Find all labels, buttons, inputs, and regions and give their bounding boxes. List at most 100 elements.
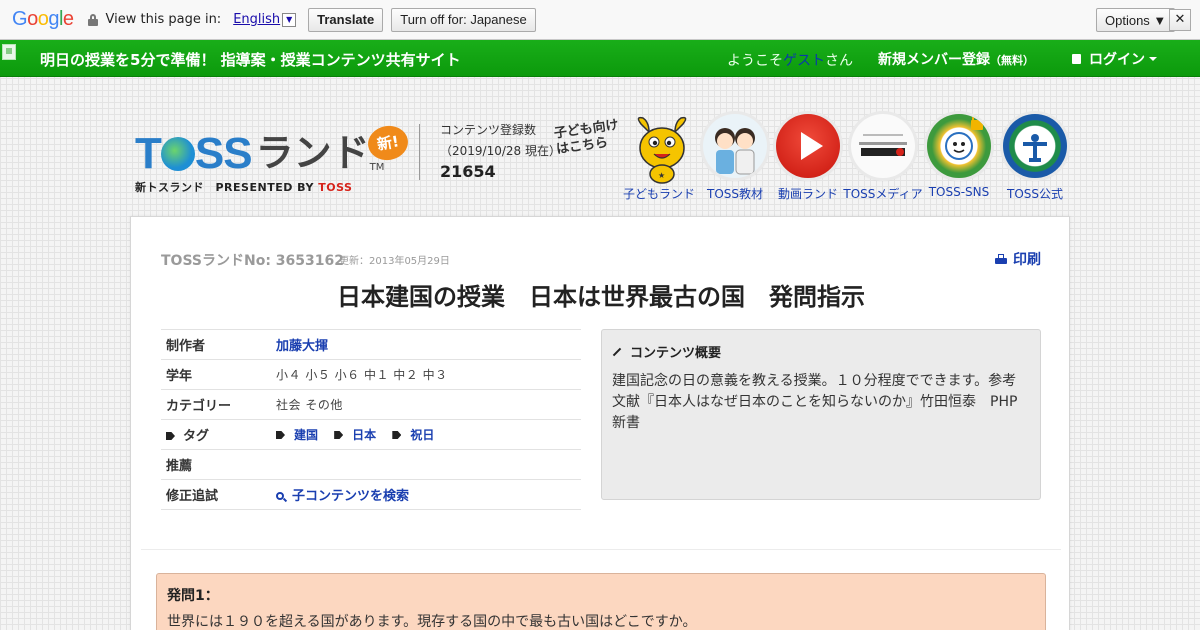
welcome-message: ようこそゲストさん (727, 50, 853, 70)
category-value: 社会 その他 (271, 389, 581, 420)
header-divider (419, 124, 420, 180)
question-heading: 発問1： (167, 588, 219, 604)
summary-text: 建国記念の日の意義を教える授業。１０分程度でできます。参考文献『日本人はなぜ日本… (612, 373, 1018, 431)
caret-down-icon (1149, 57, 1157, 61)
signup-label: 新規メンバー登録 (878, 52, 990, 68)
tag-link[interactable]: 日本 (352, 428, 376, 442)
language-select[interactable]: English (233, 12, 280, 27)
nav-video-land[interactable]: 動画ランド (768, 114, 848, 202)
translate-prompt: View this page in: (105, 12, 222, 27)
translate-bar: Google View this page in: English ▼ Tran… (0, 0, 1200, 40)
author-label: 制作者 (161, 329, 271, 360)
logo-tm: TM (369, 162, 385, 173)
play-icon (776, 114, 840, 178)
question-text: 世界には１９０を超える国があります。現存する国の中で最も古い国はどこですか。 (167, 614, 697, 630)
close-icon[interactable]: ✕ (1169, 9, 1191, 31)
lock-icon (87, 13, 98, 26)
printer-icon (995, 253, 1007, 265)
media-icon (851, 114, 915, 178)
summary-heading-row: コンテンツ概要 (612, 342, 1030, 361)
logo-brand-t: T (135, 129, 162, 178)
nav-label: 子どもランド (622, 187, 695, 201)
table-row: タグ 建国 日本 祝日 (161, 419, 581, 450)
content-count: 21654 (440, 162, 496, 181)
child-search-cell: 子コンテンツを検索 (271, 479, 581, 510)
revision-label: 修正追試 (161, 479, 271, 510)
signup-link[interactable]: 新規メンバー登録（無料） (878, 49, 1034, 69)
welcome-prefix: ようこそ (727, 53, 783, 69)
author-link[interactable]: 加藤大揮 (276, 339, 328, 354)
site-title[interactable]: 明日の授業を5分で準備！ 指導案・授業コンテンツ共有サイト (40, 49, 461, 70)
tag-icon (276, 431, 285, 439)
meta-table: 制作者 加藤大揮 学年 小４ 小５ 小６ 中１ 中２ 中３ カテゴリー 社会 そ… (161, 329, 581, 510)
signup-note: （無料） (990, 54, 1034, 67)
svg-text:★: ★ (658, 171, 665, 180)
summary-heading: コンテンツ概要 (630, 346, 722, 361)
table-row: 修正追試 子コンテンツを検索 (161, 479, 581, 510)
nav-kids-land[interactable]: ★ 子どもランド (619, 114, 699, 202)
toss-land-logo[interactable]: T SS ランドTM 新トスランド PRESENTED BY TOSS 新! (135, 122, 411, 195)
print-button[interactable]: 印刷 (995, 249, 1041, 269)
logo-sub-brand: TOSS (318, 181, 353, 194)
official-icon (1003, 114, 1067, 178)
tag-label-cell: タグ (161, 419, 271, 450)
section-divider (141, 549, 1061, 550)
logo-brand-land: ランド (255, 131, 370, 175)
nav-toss-materials[interactable]: TOSS教材 (695, 114, 775, 202)
students-icon (703, 114, 767, 178)
tag-icon (166, 432, 175, 440)
recommend-label: 推薦 (161, 449, 271, 480)
tag-link[interactable]: 祝日 (410, 428, 434, 442)
login-menu[interactable]: ログイン (1072, 49, 1157, 69)
updated-date: 更新：2013年05月29日 (339, 256, 450, 267)
globe-icon (160, 137, 195, 171)
content-number: TOSSランドNo: 3653162 (161, 253, 344, 269)
broken-image-icon (2, 44, 16, 60)
nav-toss-sns[interactable]: TOSS-SNS (919, 114, 999, 199)
table-row: カテゴリー 社会 その他 (161, 389, 581, 420)
login-label: ログイン (1089, 52, 1145, 68)
content-count-date: （2019/10/28 現在） (440, 144, 561, 158)
mascot-icon: ★ (627, 114, 691, 184)
tag-icon (392, 431, 402, 439)
turn-off-button[interactable]: Turn off for: Japanese (391, 7, 536, 32)
nav-label: TOSS-SNS (928, 185, 990, 199)
nav-label: 動画ランド (777, 187, 838, 201)
print-label: 印刷 (1013, 252, 1041, 268)
google-logo: Google (12, 8, 74, 30)
grade-value: 小４ 小５ 小６ 中１ 中２ 中３ (271, 359, 581, 390)
tag-link[interactable]: 建国 (294, 428, 318, 442)
translate-button[interactable]: Translate (308, 7, 384, 32)
sns-icon (927, 114, 991, 178)
nav-label: TOSS教材 (706, 187, 763, 201)
tag-label: タグ (183, 429, 210, 444)
nav-toss-media[interactable]: TOSSメディア (843, 114, 923, 202)
guest-name: ゲスト (783, 53, 825, 69)
logo-sub-prefix: 新トスランド PRESENTED BY (135, 181, 319, 194)
content-card: TOSSランドNo: 3653162 更新：2013年05月29日 印刷 日本建… (130, 216, 1070, 630)
options-button[interactable]: Options ▼ (1096, 8, 1176, 32)
grade-label: 学年 (161, 359, 271, 390)
site-header: 明日の授業を5分で準備！ 指導案・授業コンテンツ共有サイト ようこそゲストさん … (0, 40, 1200, 77)
question-box: 発問1： 世界には１９０を超える国があります。現存する国の中で最も古い国はどこで… (156, 573, 1046, 630)
logo-subtitle: 新トスランド PRESENTED BY TOSS (135, 179, 384, 195)
lock-icon (1072, 54, 1081, 64)
pencil-icon (612, 347, 622, 356)
table-row: 推薦 (161, 449, 581, 480)
tag-icon (334, 431, 344, 439)
content-count-label: コンテンツ登録数 (440, 123, 537, 137)
chevron-down-icon[interactable]: ▼ (282, 12, 297, 27)
recommend-value (271, 449, 581, 480)
tags-cell: 建国 日本 祝日 (271, 419, 581, 450)
category-label: カテゴリー (161, 389, 271, 420)
nav-label: TOSSメディア (843, 187, 923, 201)
nav-label: TOSS公式 (1006, 187, 1063, 201)
kids-note: 子ども向け はこちら (553, 117, 620, 158)
page-title: 日本建国の授業 日本は世界最古の国 発問指示 (337, 283, 865, 311)
welcome-suffix: さん (825, 53, 853, 69)
logo-brand-ss: SS (194, 129, 253, 178)
search-icon (276, 492, 284, 500)
nav-toss-official[interactable]: TOSS公式 (995, 114, 1075, 202)
summary-box: コンテンツ概要 建国記念の日の意義を教える授業。１０分程度でできます。参考文献『… (601, 329, 1041, 500)
child-search-link[interactable]: 子コンテンツを検索 (292, 489, 409, 504)
